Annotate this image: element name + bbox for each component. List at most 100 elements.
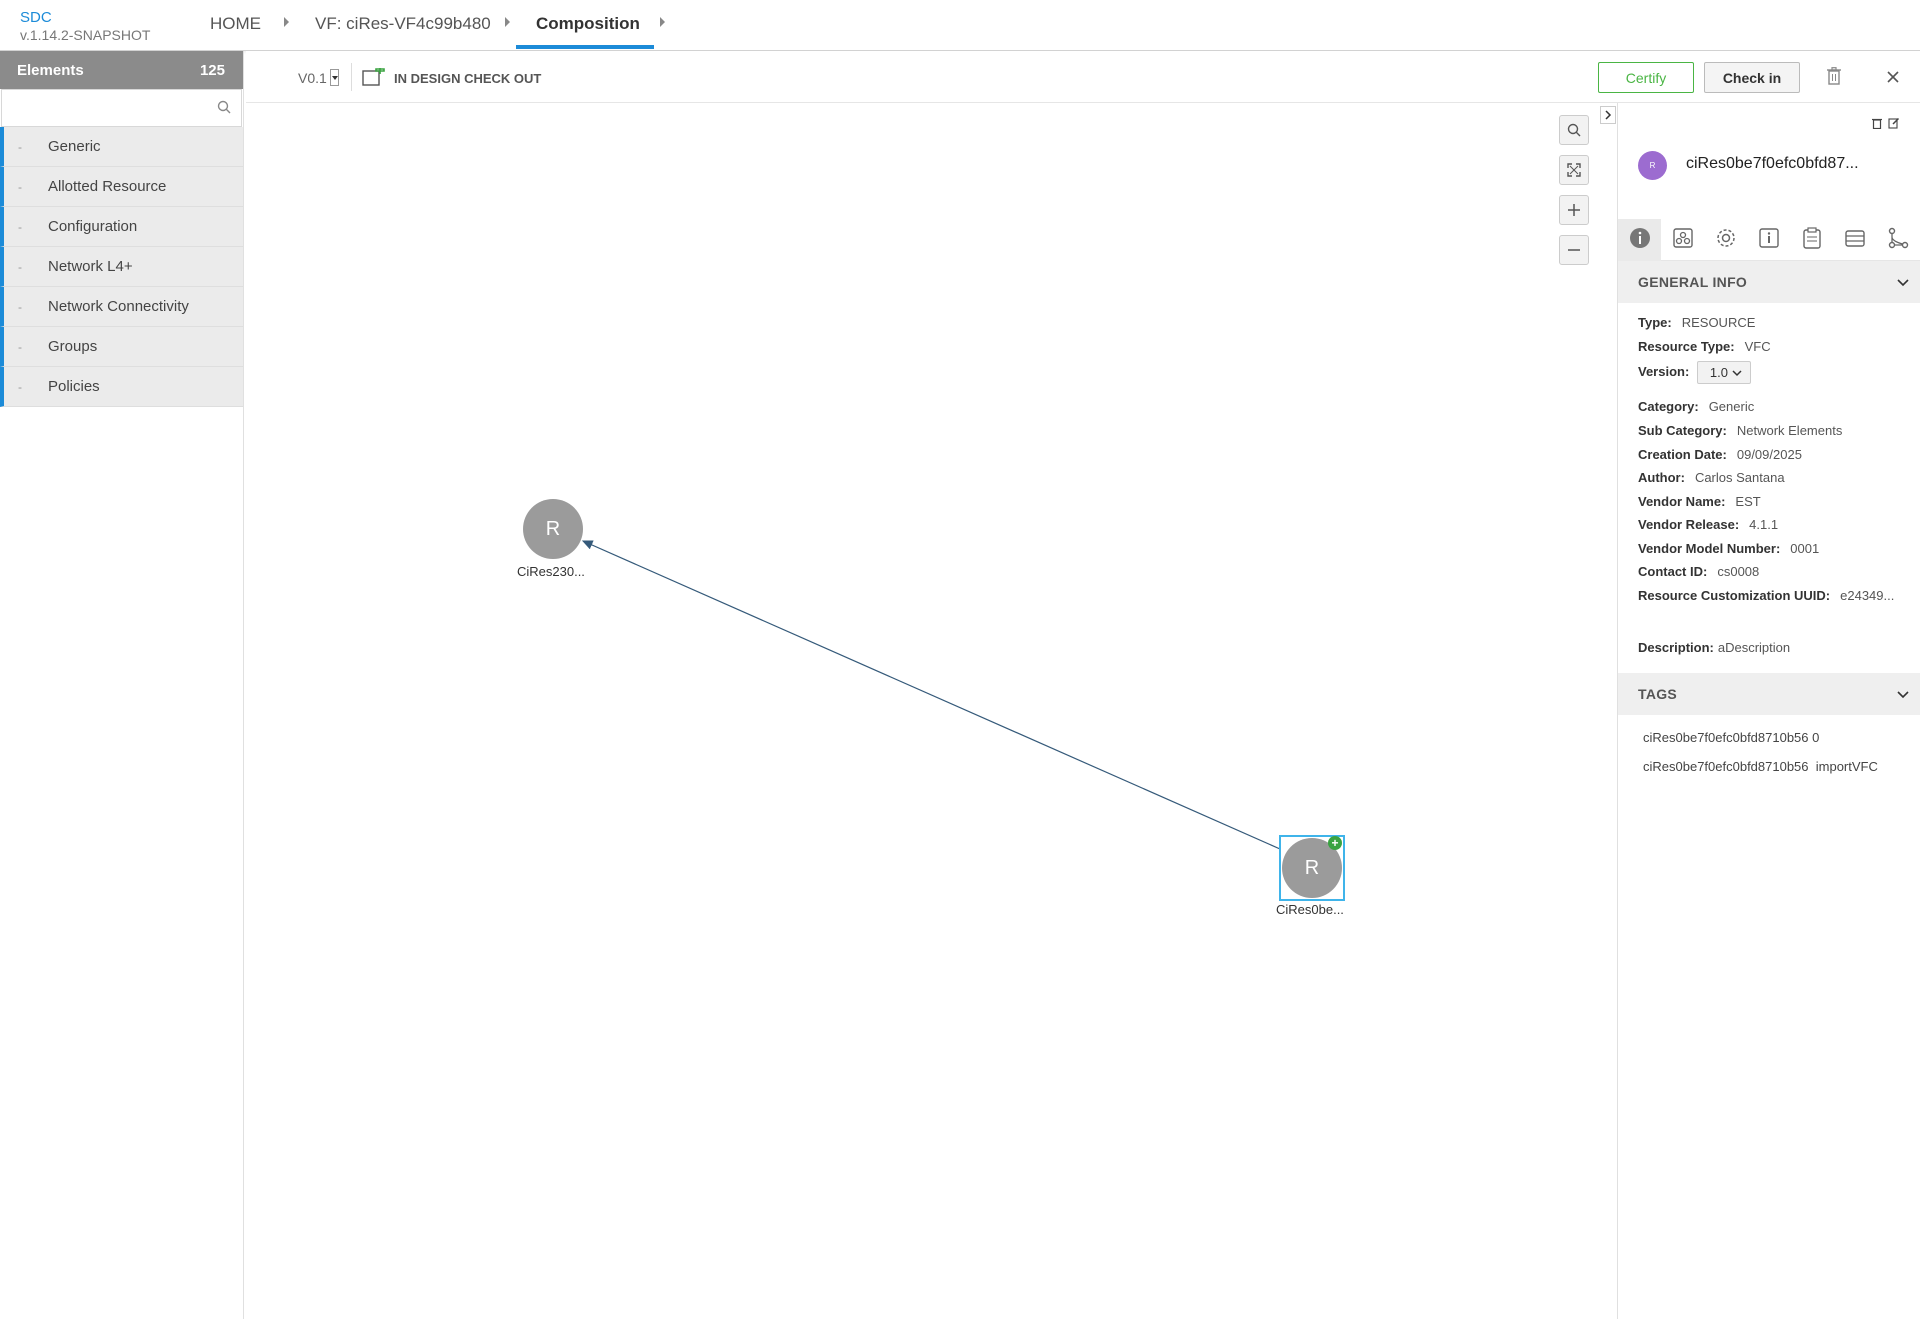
info-key: Type: (1638, 315, 1672, 330)
info-vendor-model-number: Vendor Model Number: 0001 (1638, 541, 1819, 556)
breadcrumb-home[interactable]: HOME (210, 14, 261, 34)
palette-group-label: Configuration (48, 218, 138, 235)
info-key: Vendor Name: (1638, 494, 1726, 509)
breadcrumb-chevron-icon[interactable] (505, 17, 510, 27)
palette-group-label: Network Connectivity (48, 298, 189, 315)
tab-properties[interactable] (1704, 219, 1747, 261)
info-value: 4.1.1 (1749, 517, 1779, 532)
collapse-dash-icon: - (18, 299, 22, 314)
component-node[interactable]: R (523, 499, 583, 559)
info-value: Carlos Santana (1694, 470, 1785, 485)
info-description: Description: aDescription (1638, 640, 1790, 655)
breadcrumb-chevron-icon[interactable] (660, 17, 665, 27)
collapse-dash-icon: - (18, 259, 22, 274)
info-resource-type: Resource Type: VFC (1638, 339, 1771, 354)
checkin-button[interactable]: Check in (1704, 62, 1800, 93)
node-letter: R (1304, 856, 1320, 879)
palette-group-label: Allotted Resource (48, 178, 167, 195)
palette-group-groups[interactable]: - Groups (0, 327, 243, 367)
component-avatar: R (1638, 151, 1667, 180)
version-value: V0.1 (298, 69, 327, 86)
elements-palette: Elements 125 - Generic - Allotted Resour… (0, 51, 244, 1319)
node-label[interactable]: CiRes0be... (1276, 902, 1344, 917)
tag-item: ciRes0be7f0efc0bfd8710b56 0 (1643, 730, 1820, 745)
search-icon[interactable] (1559, 115, 1589, 145)
chevron-down-icon[interactable] (1897, 686, 1909, 702)
panel-collapse-chevron-icon[interactable] (1600, 106, 1616, 124)
attributes-icon (1758, 227, 1779, 253)
info-value: VFC (1744, 339, 1771, 354)
tab-relations[interactable] (1876, 219, 1919, 261)
palette-group-network-connectivity[interactable]: - Network Connectivity (0, 287, 243, 327)
info-contact-id: Contact ID: cs0008 (1638, 564, 1759, 579)
tag-item: ciRes0be7f0efc0bfd8710b56 importVFC (1643, 759, 1878, 774)
info-key: Resource Customization UUID: (1638, 588, 1831, 603)
delete-small-icon[interactable] (1871, 116, 1883, 134)
tab-deployment-artifacts[interactable] (1661, 219, 1704, 261)
composition-canvas[interactable]: R CiRes230... R + CiRes0be... (246, 103, 1616, 1319)
tab-requirements[interactable] (1833, 219, 1876, 261)
palette-group-policies[interactable]: - Policies (0, 367, 243, 407)
breadcrumb-composition[interactable]: Composition (536, 14, 640, 34)
collapse-dash-icon: - (18, 219, 22, 234)
info-vendor-release: Vendor Release: 4.1.1 (1638, 517, 1778, 532)
tags-title: TAGS (1638, 686, 1678, 702)
details-panel: R ciRes0be7f0efc0bfd87... GENERAL INFO T… (1617, 103, 1920, 1319)
breadcrumb-chevron-icon[interactable] (284, 17, 289, 27)
tags-header[interactable]: TAGS (1618, 673, 1920, 715)
dropdown-arrow-icon[interactable] (329, 69, 339, 86)
app-logo[interactable]: SDC v.1.14.2-SNAPSHOT (20, 9, 150, 43)
node-label[interactable]: CiRes230... (517, 564, 585, 579)
version-selector[interactable]: V0.1 (298, 69, 339, 86)
palette-group-label: Groups (48, 338, 98, 355)
edit-icon[interactable] (1888, 116, 1900, 134)
tab-information-artifacts[interactable] (1790, 219, 1833, 261)
tab-attributes[interactable] (1747, 219, 1790, 261)
general-info-header[interactable]: GENERAL INFO (1618, 261, 1920, 303)
info-category: Category: Generic (1638, 399, 1754, 414)
info-key: Contact ID: (1638, 564, 1708, 579)
relation-arrow[interactable] (581, 540, 1281, 850)
app-name: SDC (20, 9, 52, 26)
info-value: 09/09/2025 (1736, 447, 1802, 462)
palette-group-generic[interactable]: - Generic (0, 127, 243, 167)
fit-to-screen-icon[interactable] (1559, 155, 1589, 185)
general-info-title: GENERAL INFO (1638, 274, 1748, 290)
clipboard-icon (1802, 226, 1821, 254)
tab-general-info[interactable] (1618, 219, 1661, 261)
zoom-in-icon[interactable] (1559, 195, 1589, 225)
info-sub-category: Sub Category: Network Elements (1638, 423, 1842, 438)
info-value: Network Elements (1736, 423, 1843, 438)
info-key: Version: (1638, 363, 1690, 379)
palette-group-label: Network L4+ (48, 258, 133, 275)
info-type: Type: RESOURCE (1638, 315, 1755, 330)
trash-icon[interactable] (1826, 67, 1842, 90)
info-value: e24349... (1840, 588, 1895, 603)
info-value: EST (1735, 494, 1761, 509)
collapse-dash-icon: - (18, 139, 22, 154)
certify-button[interactable]: Certify (1598, 62, 1694, 93)
elements-search-input[interactable] (2, 90, 202, 124)
palette-group-configuration[interactable]: - Configuration (0, 207, 243, 247)
info-creation-date: Creation Date: 09/09/2025 (1638, 447, 1802, 462)
chevron-down-icon[interactable] (1897, 274, 1909, 290)
breadcrumb-vf[interactable]: VF: ciRes-VF4c99b480 (315, 14, 491, 34)
relation-lines (581, 540, 1281, 850)
info-key: Sub Category: (1638, 423, 1727, 438)
palette-group-allotted-resource[interactable]: - Allotted Resource (0, 167, 243, 207)
info-key: Description: (1638, 640, 1714, 655)
info-key: Category: (1638, 399, 1699, 414)
palette-group-network-l4[interactable]: - Network L4+ (0, 247, 243, 287)
add-relation-plus-icon[interactable]: + (1328, 836, 1342, 850)
zoom-out-icon[interactable] (1559, 235, 1589, 265)
palette-group-label: Generic (48, 138, 101, 155)
info-customization-uuid: Resource Customization UUID: e24349... (1638, 588, 1894, 603)
search-icon[interactable] (217, 100, 231, 119)
info-value: aDescription (1717, 640, 1791, 655)
top-navigation-bar: SDC v.1.14.2-SNAPSHOT HOME VF: ciRes-VF4… (0, 0, 1920, 51)
settings-icon (1715, 227, 1737, 254)
close-icon[interactable] (1886, 70, 1900, 89)
palette-group-label: Policies (48, 378, 100, 395)
info-key: Vendor Release: (1638, 517, 1740, 532)
version-dropdown[interactable]: 1.0 (1696, 361, 1751, 384)
